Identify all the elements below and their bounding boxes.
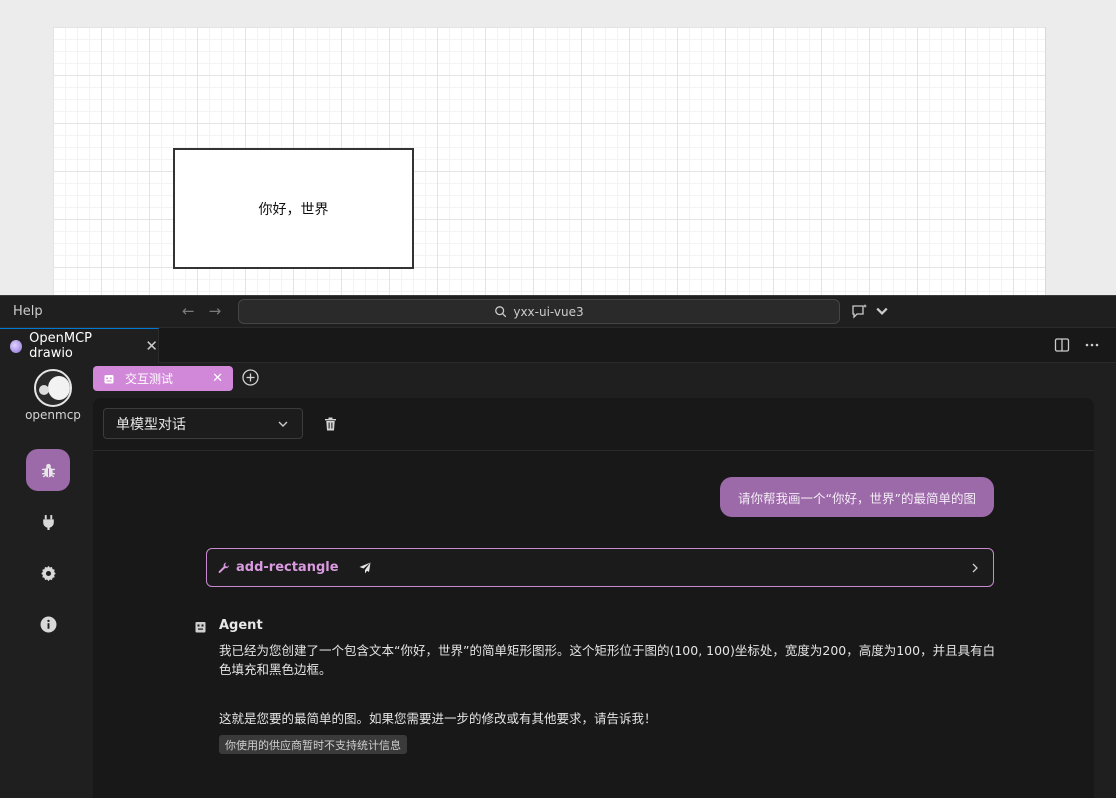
rectangle-shape[interactable]: 你好，世界 <box>173 148 414 269</box>
tab-interactive-test[interactable]: 交互测试 ✕ <box>93 366 233 391</box>
copilot-button[interactable] <box>851 303 891 319</box>
mode-select[interactable]: 单模型对话 <box>103 408 303 439</box>
sidebar-item-connect[interactable] <box>26 501 70 543</box>
editor-tab-label: OpenMCP drawio <box>29 331 92 361</box>
info-icon <box>40 616 56 632</box>
command-center-search[interactable]: yxx-ui-vue3 <box>238 299 840 324</box>
menu-help[interactable]: Help <box>13 304 43 319</box>
chevron-down-icon <box>876 307 888 315</box>
panel-header: 单模型对话 <box>93 398 1094 451</box>
agent-robot-icon <box>195 622 206 633</box>
tool-call-name: add-rectangle <box>236 560 339 575</box>
more-actions-icon[interactable] <box>1084 337 1100 353</box>
editor-actions <box>1054 337 1100 353</box>
send-icon <box>359 562 371 573</box>
logo-text: openmcp <box>25 408 81 422</box>
agent-paragraph-2: 这就是您要的最简单的图。如果您需要进一步的修改或有其他要求，请告诉我！ <box>219 711 657 726</box>
inner-tab-label: 交互测试 <box>125 372 174 386</box>
search-text: yxx-ui-vue3 <box>513 304 584 319</box>
search-icon <box>495 306 507 318</box>
app-window: Help ← → yxx-ui-vue3 OpenMCP drawio ✕ op… <box>0 295 1116 798</box>
wrench-icon <box>218 562 230 573</box>
chat-panel: 单模型对话 请你帮我画一个“你好，世界”的最简单的图 add-rectangle… <box>93 398 1094 798</box>
stats-badge: 你使用的供应商暂时不支持统计信息 <box>219 735 407 754</box>
chat-sparkle-icon <box>852 304 867 319</box>
forward-arrow-icon[interactable]: → <box>209 302 222 320</box>
back-arrow-icon[interactable]: ← <box>182 302 195 320</box>
chevron-right-icon <box>972 563 978 573</box>
close-icon[interactable]: ✕ <box>212 371 223 386</box>
trash-icon[interactable] <box>324 417 337 431</box>
title-bar: Help ← → yxx-ui-vue3 <box>0 295 1116 328</box>
drawio-canvas[interactable]: 你好，世界 <box>0 0 1116 295</box>
openmcp-tab-icon <box>10 339 23 353</box>
rectangle-label: 你好，世界 <box>258 201 329 218</box>
user-message-text: 请你帮我画一个“你好，世界”的最简单的图 <box>738 490 976 506</box>
mode-select-value: 单模型对话 <box>116 416 186 433</box>
plug-icon <box>42 514 54 530</box>
openmcp-logo <box>34 369 72 407</box>
sidebar-item-settings[interactable] <box>26 552 70 594</box>
editor-tab-bar: OpenMCP drawio ✕ <box>0 328 1116 363</box>
openmcp-sidebar: openmcp <box>0 363 93 798</box>
tool-call-card[interactable]: add-rectangle <box>206 548 994 587</box>
agent-label: Agent <box>219 618 263 633</box>
agent-paragraph-1: 我已经为您创建了一个包含文本“你好，世界”的简单矩形图形。这个矩形位于图的(10… <box>219 643 996 677</box>
close-icon[interactable]: ✕ <box>145 337 158 355</box>
editor-tab-openmcp[interactable]: OpenMCP drawio ✕ <box>0 328 159 363</box>
gear-icon <box>40 565 56 581</box>
chevron-down-icon <box>278 421 288 427</box>
robot-icon <box>104 374 114 383</box>
user-message-bubble: 请你帮我画一个“你好，世界”的最简单的图 <box>720 477 994 517</box>
drawio-page[interactable]: 你好，世界 <box>53 27 1046 295</box>
sidebar-item-debug[interactable] <box>26 449 70 491</box>
bug-icon <box>41 463 55 477</box>
sidebar-item-about[interactable] <box>26 603 70 645</box>
split-editor-icon[interactable] <box>1054 337 1070 353</box>
nav-arrows: ← → <box>182 302 221 320</box>
add-tab-icon[interactable] <box>242 369 259 386</box>
